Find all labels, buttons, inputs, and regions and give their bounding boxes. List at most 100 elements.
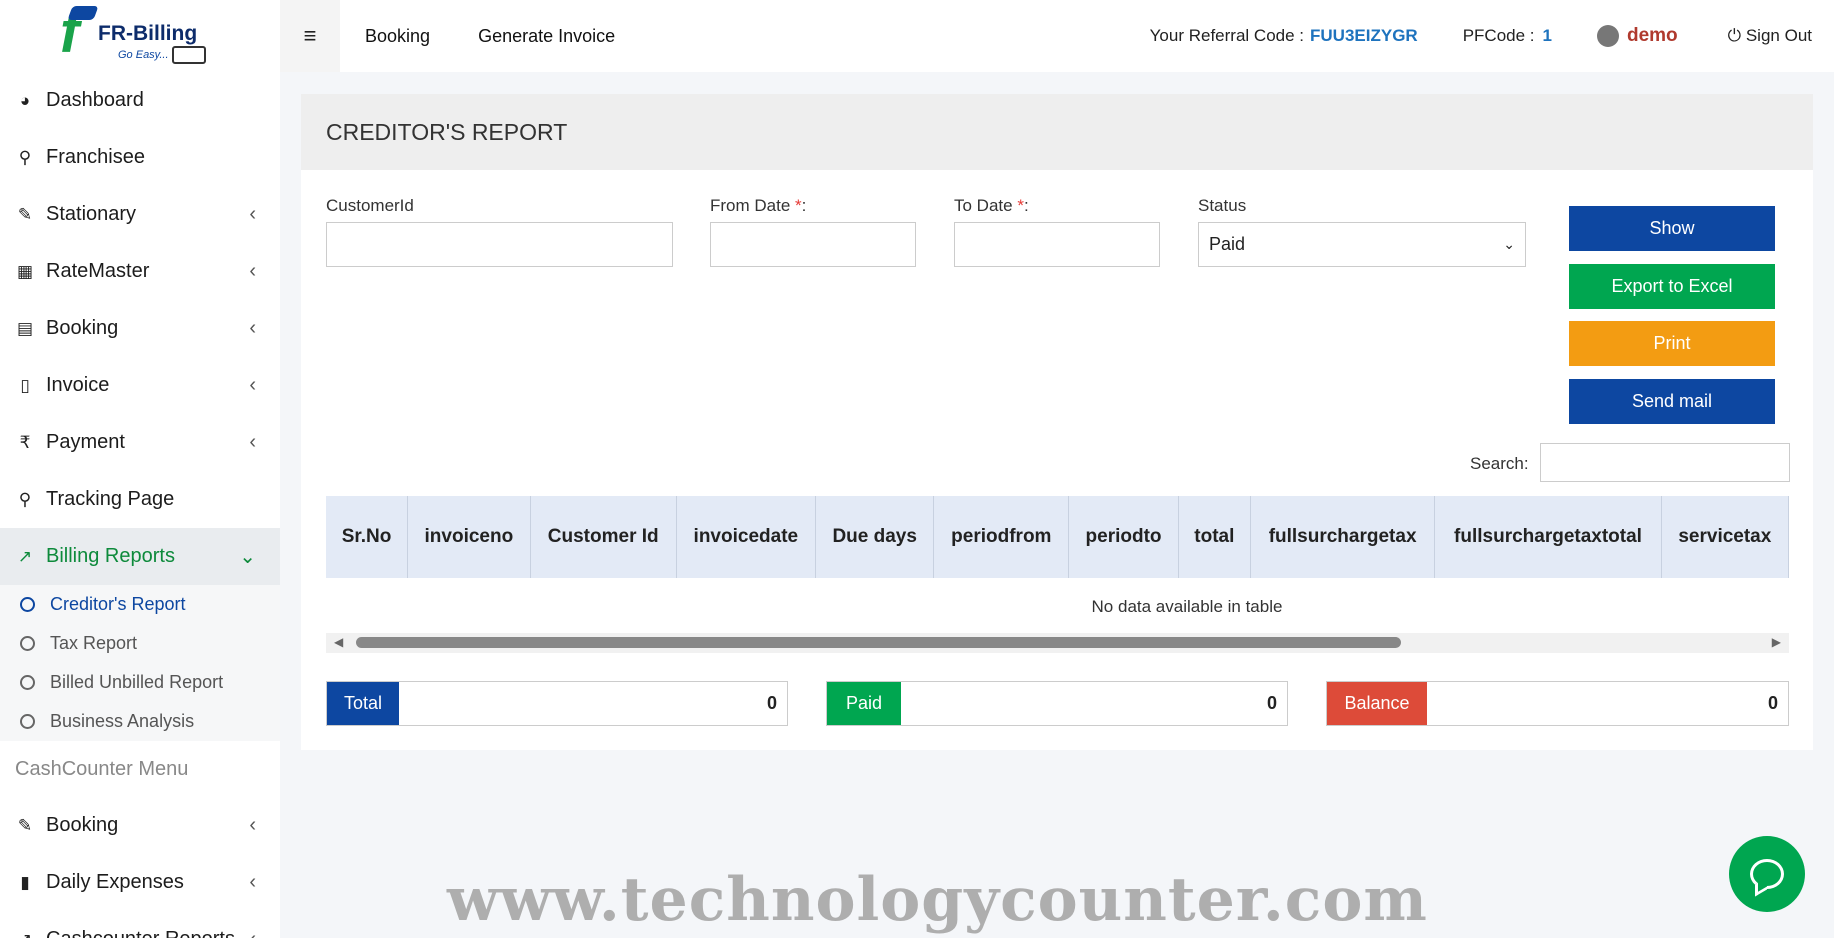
sidebar-item-label: Booking <box>46 317 119 339</box>
sidebar-item-tracking-page[interactable]: ⚲ Tracking Page <box>0 471 280 528</box>
column-header[interactable]: invoicedate <box>676 496 816 578</box>
submenu-item-tax-report[interactable]: Tax Report <box>0 624 280 663</box>
map-marker-icon: ⚲ <box>18 147 32 167</box>
topbar: ≡ Booking Generate Invoice Your Referral… <box>280 0 1834 72</box>
column-header[interactable]: Due days <box>815 496 935 578</box>
topnav-generate-invoice[interactable]: Generate Invoice <box>478 26 615 47</box>
column-header[interactable]: Sr.No <box>326 496 408 578</box>
cash-item-daily-expenses[interactable]: ▮ Daily Expenses ‹ <box>0 854 280 911</box>
username[interactable]: demo <box>1627 25 1678 47</box>
sidebar-item-payment[interactable]: ₹ Payment ‹ <box>0 414 280 471</box>
submenu-item-label: Billed Unbilled Report <box>50 672 224 692</box>
referral-label: Your Referral Code : <box>1149 26 1305 45</box>
line-chart-icon: ↗ <box>17 546 33 566</box>
hamburger-menu-icon[interactable]: ≡ <box>280 0 340 72</box>
chevron-left-icon: ‹ <box>249 871 256 893</box>
balance-label: Balance <box>1327 682 1427 725</box>
sidebar-item-franchisee[interactable]: ⚲ Franchisee <box>0 129 280 186</box>
send-mail-button[interactable]: Send mail <box>1569 379 1775 424</box>
sidebar-item-stationary[interactable]: ✎ Stationary ‹ <box>0 186 280 243</box>
chevron-left-icon: ‹ <box>249 203 256 225</box>
sidebar-item-label: Dashboard <box>46 89 144 111</box>
topnav-booking[interactable]: Booking <box>365 26 430 47</box>
edit-icon: ✎ <box>17 815 33 835</box>
submenu-item-business-analysis[interactable]: Business Analysis <box>0 702 280 741</box>
edit-icon: ✎ <box>17 204 33 224</box>
paid-label: Paid <box>827 682 901 725</box>
id-card-icon: ▤ <box>16 318 34 338</box>
chevron-down-icon: ⌄ <box>1503 236 1515 252</box>
avatar[interactable] <box>1596 25 1619 47</box>
search-icon: ⚲ <box>18 489 32 509</box>
logo[interactable]: f FR-Billing Go Easy... <box>0 0 280 72</box>
to-date-input[interactable] <box>954 222 1160 267</box>
search-input[interactable] <box>1540 443 1790 482</box>
submenu-item-billed-unbilled-report[interactable]: Billed Unbilled Report <box>0 663 280 702</box>
sidebar-item-billing-reports[interactable]: ↗ Billing Reports ⌄ <box>0 528 280 585</box>
total-label: Total <box>327 682 399 725</box>
scrollbar-thumb[interactable] <box>356 637 1401 648</box>
column-header[interactable]: periodfrom <box>933 496 1070 578</box>
column-header[interactable]: fullsurchargetaxtotal <box>1434 496 1662 578</box>
rupee-icon: ₹ <box>19 432 31 452</box>
column-header[interactable]: total <box>1178 496 1251 578</box>
sidebar-item-label: Billing Reports <box>46 545 175 567</box>
pdf-file-icon: ▯ <box>20 375 30 395</box>
bookmark-icon: ▮ <box>20 872 30 892</box>
column-header[interactable]: fullsurchargetax <box>1250 496 1436 578</box>
status-label: Status <box>1198 196 1247 215</box>
horizontal-scrollbar[interactable]: ◀ ▶ <box>326 633 1789 653</box>
table-header-row: Sr.No invoiceno Customer Id invoicedate Due … <box>326 496 1790 578</box>
sidebar-item-label: Tracking Page <box>46 488 175 510</box>
sidebar-item-label: Payment <box>46 431 125 453</box>
empty-table-message: No data available in table <box>1091 597 1283 616</box>
page-title: CREDITOR'S REPORT <box>301 94 1813 170</box>
column-header[interactable]: periodto <box>1068 496 1179 578</box>
logo-tagline: Go Easy... <box>118 49 169 61</box>
sidebar-item-label: Cashcounter Reports <box>46 928 235 938</box>
sidebar-item-label: Stationary <box>46 203 137 225</box>
sign-out-link[interactable]: ⏻ Sign Out <box>1728 26 1812 46</box>
logo-brand: FR-Billing <box>98 22 198 45</box>
pfcode-label: PFCode : <box>1462 26 1535 45</box>
export-excel-button[interactable]: Export to Excel <box>1569 264 1775 309</box>
from-date-input[interactable] <box>710 222 916 267</box>
circle-icon <box>20 597 35 612</box>
topbar-right: Your Referral Code : FUU3EIZYGR PFCode :… <box>1150 0 1834 72</box>
line-chart-icon: ↗ <box>14 930 36 938</box>
sidebar-item-label: Franchisee <box>46 146 145 168</box>
sidebar-item-label: Booking <box>46 814 119 836</box>
sidebar-item-ratemaster[interactable]: ▦ RateMaster ‹ <box>0 243 280 300</box>
column-header[interactable]: servicetax <box>1661 496 1790 578</box>
show-button[interactable]: Show <box>1569 206 1775 251</box>
cash-item-booking[interactable]: ✎ Booking ‹ <box>0 797 280 854</box>
sidebar-item-booking[interactable]: ▤ Booking ‹ <box>0 300 280 357</box>
sidebar-item-invoice[interactable]: ▯ Invoice ‹ <box>0 357 280 414</box>
report-table: Sr.No invoiceno Customer Id invoicedate Due … <box>326 496 1790 578</box>
to-date-label: To Date *: <box>954 196 1029 215</box>
status-select[interactable]: Paid ⌄ <box>1198 222 1526 267</box>
chevron-left-icon: ‹ <box>249 317 256 339</box>
logo-mark-icon: f <box>60 0 80 65</box>
total-value: 0 <box>766 693 777 713</box>
submenu-item-label: Tax Report <box>50 633 138 653</box>
submenu-item-creditor-s-report[interactable]: Creditor's Report <box>0 585 280 624</box>
sidebar-item-dashboard[interactable]: ◕ Dashboard <box>0 72 280 129</box>
print-button[interactable]: Print <box>1569 321 1775 366</box>
scroll-right-icon[interactable]: ▶ <box>1772 635 1781 649</box>
total-summary: Total 0 <box>326 681 788 726</box>
chat-icon <box>1750 859 1784 889</box>
customer-id-input[interactable] <box>326 222 673 267</box>
chevron-left-icon: ‹ <box>249 928 256 938</box>
truck-icon <box>172 46 206 64</box>
submenu-item-label: Business Analysis <box>50 711 195 731</box>
column-header[interactable]: Customer Id <box>530 496 677 578</box>
from-date-label: From Date *: <box>710 196 807 215</box>
chevron-left-icon: ‹ <box>249 814 256 836</box>
scroll-left-icon[interactable]: ◀ <box>334 635 343 649</box>
cash-item-cashcounter-reports[interactable]: ↗ Cashcounter Reports ‹ <box>0 911 280 938</box>
column-header[interactable]: invoiceno <box>407 496 531 578</box>
chat-button[interactable] <box>1729 836 1805 912</box>
chevron-left-icon: ‹ <box>249 374 256 396</box>
sidebar-item-label: Invoice <box>46 374 110 396</box>
